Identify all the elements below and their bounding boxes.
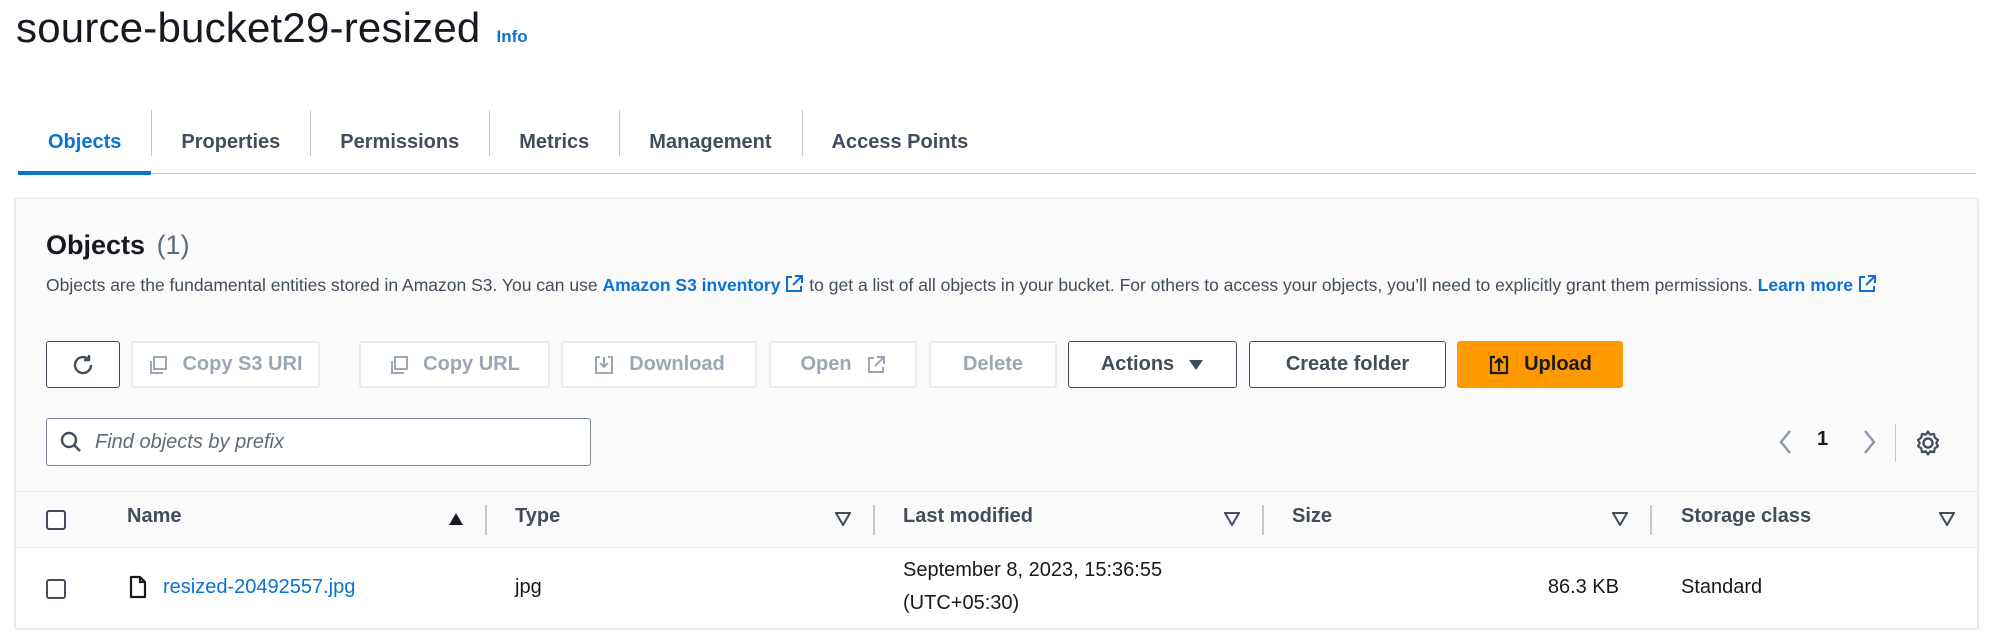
column-separator[interactable]	[1650, 505, 1652, 535]
copy-s3-uri-button[interactable]: Copy S3 URI	[131, 341, 320, 388]
copy-icon	[150, 355, 168, 374]
delete-button[interactable]: Delete	[929, 341, 1057, 388]
column-header-storage-class[interactable]: Storage class	[1681, 505, 1811, 528]
sort-descending-icon[interactable]	[1224, 512, 1240, 526]
open-button[interactable]: Open	[769, 341, 917, 388]
tab-access-points[interactable]: Access Points	[801, 110, 999, 174]
column-separator[interactable]	[873, 505, 875, 535]
external-link-icon	[1858, 275, 1876, 292]
tab-objects[interactable]: Objects	[18, 110, 152, 175]
copy-url-label: Copy URL	[423, 353, 520, 375]
column-header-type[interactable]: Type	[515, 505, 560, 528]
search-box	[46, 418, 591, 466]
settings-gear-icon[interactable]	[1914, 429, 1942, 457]
copy-s3-uri-label: Copy S3 URI	[182, 353, 303, 375]
objects-description: Objects are the fundamental entities sto…	[46, 270, 1926, 300]
actions-dropdown[interactable]: Actions	[1068, 341, 1237, 388]
download-label: Download	[629, 353, 725, 375]
create-folder-button[interactable]: Create folder	[1249, 341, 1446, 388]
download-icon	[595, 355, 614, 374]
tab-permissions[interactable]: Permissions	[310, 110, 489, 174]
external-link-icon	[867, 355, 885, 373]
chevron-left-icon[interactable]	[1776, 427, 1796, 457]
refresh-button[interactable]	[46, 341, 120, 388]
upload-button[interactable]: Upload	[1457, 341, 1623, 388]
search-icon	[60, 431, 81, 452]
open-label: Open	[800, 353, 852, 375]
objects-count: (1)	[156, 230, 190, 260]
sort-descending-icon[interactable]	[1939, 512, 1955, 526]
tab-properties[interactable]: Properties	[151, 110, 310, 174]
download-button[interactable]: Download	[561, 341, 757, 388]
refresh-icon	[73, 354, 93, 374]
upload-label: Upload	[1524, 353, 1592, 375]
description-text-1: Objects are the fundamental entities sto…	[46, 275, 603, 295]
actions-label: Actions	[1100, 353, 1175, 375]
info-link[interactable]: Info	[497, 27, 528, 47]
object-type: jpg	[515, 576, 542, 598]
inventory-link-label: Amazon S3 inventory	[602, 275, 781, 295]
pager-divider	[1895, 424, 1896, 462]
object-storage-class: Standard	[1681, 576, 1763, 598]
learn-more-link[interactable]: Learn more	[1758, 275, 1877, 295]
sort-ascending-icon[interactable]	[448, 512, 464, 526]
object-size: 86.3 KB	[1547, 576, 1619, 598]
sort-descending-icon[interactable]	[835, 512, 851, 526]
objects-heading: Objects (1)	[46, 230, 190, 261]
row-checkbox[interactable]	[46, 579, 66, 599]
tab-metrics[interactable]: Metrics	[489, 110, 619, 174]
inventory-link[interactable]: Amazon S3 inventory	[602, 275, 804, 295]
external-link-icon	[786, 275, 804, 292]
bucket-tabs: Objects Properties Permissions Metrics M…	[18, 110, 1976, 175]
search-input[interactable]	[95, 430, 565, 454]
object-last-modified-timezone: (UTC+05:30)	[903, 592, 1020, 614]
copy-url-button[interactable]: Copy URL	[359, 341, 550, 388]
object-last-modified-date: September 8, 2023, 15:36:55	[903, 559, 1163, 581]
learn-more-label: Learn more	[1757, 275, 1853, 295]
column-header-name[interactable]: Name	[127, 505, 181, 528]
column-header-last-modified[interactable]: Last modified	[903, 505, 1033, 528]
copy-icon	[391, 355, 409, 374]
page-title: source-bucket29-resized	[16, 4, 481, 51]
column-separator[interactable]	[485, 505, 487, 535]
page-header: source-bucket29-resized Info	[16, 4, 528, 56]
select-all-checkbox[interactable]	[46, 510, 66, 530]
file-icon	[129, 575, 147, 599]
object-name-link[interactable]: resized-20492557.jpg	[163, 576, 355, 599]
column-header-size[interactable]: Size	[1292, 505, 1332, 528]
description-text-2: to get a list of all objects in your buc…	[804, 275, 1758, 295]
chevron-right-icon[interactable]	[1859, 427, 1879, 457]
tab-management[interactable]: Management	[619, 110, 801, 174]
sort-descending-icon[interactable]	[1612, 512, 1628, 526]
upload-icon	[1490, 355, 1509, 374]
page-number-current[interactable]: 1	[1817, 428, 1828, 451]
objects-heading-label: Objects	[46, 230, 146, 260]
column-separator[interactable]	[1262, 505, 1264, 535]
delete-label: Delete	[962, 353, 1024, 375]
caret-down-icon	[1189, 359, 1204, 370]
create-folder-label: Create folder	[1285, 353, 1410, 375]
